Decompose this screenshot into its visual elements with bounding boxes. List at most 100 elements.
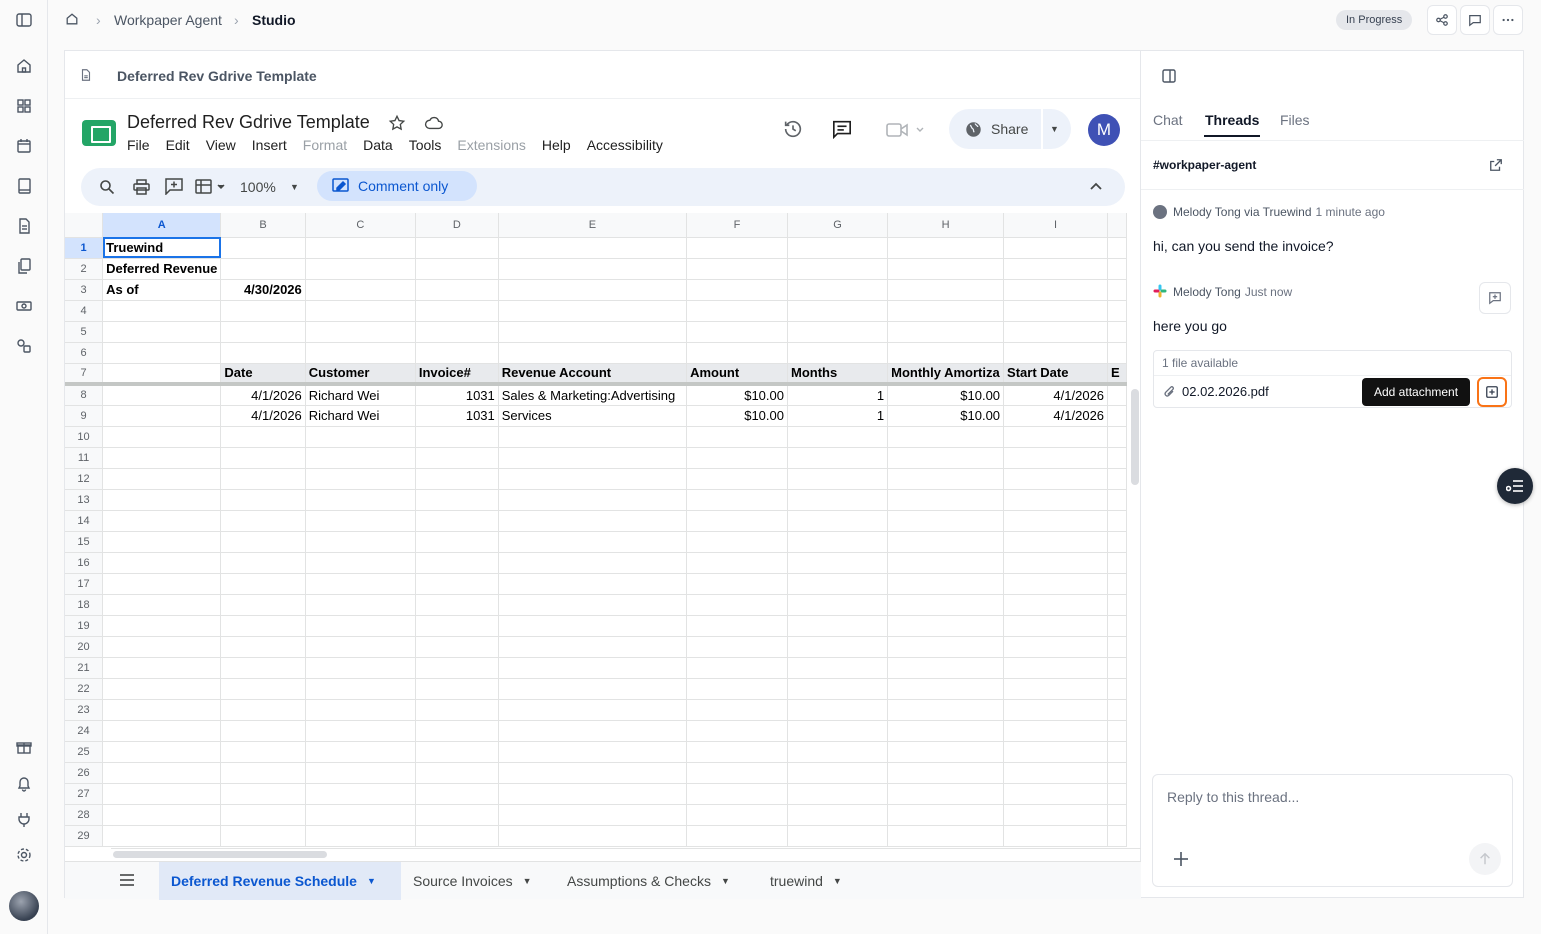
cell[interactable] <box>787 825 889 847</box>
cell[interactable] <box>102 636 222 658</box>
cell[interactable] <box>887 594 1005 616</box>
row-header[interactable]: 15 <box>65 531 104 553</box>
cell[interactable]: $10.00 <box>686 405 788 427</box>
cell[interactable] <box>498 237 688 259</box>
cell[interactable] <box>1003 426 1109 448</box>
cell[interactable] <box>887 489 1005 511</box>
tab-files[interactable]: Files <box>1280 112 1310 128</box>
cell[interactable] <box>787 573 889 595</box>
cell[interactable] <box>415 531 499 553</box>
row-header[interactable]: 24 <box>65 720 104 742</box>
cell[interactable] <box>1107 636 1127 658</box>
cell[interactable] <box>415 804 499 826</box>
cell[interactable] <box>686 300 788 322</box>
sheet-tab-truewind[interactable]: truewind ▼ <box>770 862 842 900</box>
row-header[interactable]: 2 <box>65 258 104 280</box>
menu-insert[interactable]: Insert <box>252 137 287 153</box>
cell[interactable] <box>102 510 222 532</box>
add-attachment-button[interactable] <box>1477 377 1507 407</box>
cell[interactable] <box>102 699 222 721</box>
cell[interactable] <box>686 489 788 511</box>
cell[interactable] <box>686 468 788 490</box>
cell[interactable] <box>498 678 688 700</box>
cell[interactable] <box>1003 279 1109 301</box>
cell[interactable] <box>305 594 416 616</box>
cell[interactable] <box>102 468 222 490</box>
cell[interactable] <box>102 825 222 847</box>
cell[interactable] <box>686 258 788 280</box>
book-icon[interactable] <box>14 176 34 196</box>
cell[interactable] <box>686 531 788 553</box>
cell[interactable] <box>1003 636 1109 658</box>
cell[interactable] <box>220 615 306 637</box>
cell[interactable] <box>787 258 889 280</box>
cell[interactable] <box>220 594 306 616</box>
cell[interactable] <box>102 363 222 386</box>
cell[interactable] <box>1107 384 1127 406</box>
cell[interactable] <box>498 321 688 343</box>
cell[interactable] <box>686 279 788 301</box>
row-header[interactable]: 17 <box>65 573 104 595</box>
comment-button[interactable] <box>1460 5 1490 35</box>
cell[interactable] <box>415 783 499 805</box>
cell[interactable] <box>1003 468 1109 490</box>
cell[interactable] <box>305 615 416 637</box>
row-header[interactable]: 1 <box>65 237 104 259</box>
row-header[interactable]: 12 <box>65 468 104 490</box>
cell[interactable] <box>102 405 222 427</box>
cell[interactable] <box>305 762 416 784</box>
cell[interactable] <box>787 300 889 322</box>
cell[interactable] <box>220 426 306 448</box>
cell[interactable] <box>686 762 788 784</box>
cell[interactable] <box>415 447 499 469</box>
cell[interactable] <box>102 426 222 448</box>
row-header[interactable]: 26 <box>65 762 104 784</box>
breadcrumb-parent[interactable]: Workpaper Agent <box>114 12 222 28</box>
copy-icon[interactable] <box>14 256 34 276</box>
plug-icon[interactable] <box>14 809 34 829</box>
cell[interactable] <box>415 258 499 280</box>
all-sheets-menu-icon[interactable] <box>119 873 135 887</box>
cell[interactable] <box>887 720 1005 742</box>
cell[interactable] <box>220 762 306 784</box>
cell[interactable] <box>1107 237 1127 259</box>
column-header[interactable]: G <box>787 213 889 238</box>
dashboard-icon[interactable] <box>14 96 34 116</box>
cell[interactable] <box>415 279 499 301</box>
cell[interactable] <box>102 300 222 322</box>
tab-dropdown-icon[interactable]: ▼ <box>721 876 730 886</box>
cell[interactable] <box>220 258 306 280</box>
cell[interactable] <box>498 615 688 637</box>
cell[interactable] <box>498 636 688 658</box>
cell[interactable] <box>1003 615 1109 637</box>
cell[interactable] <box>787 552 889 574</box>
cell[interactable] <box>1107 741 1127 763</box>
cell[interactable] <box>787 783 889 805</box>
cell[interactable] <box>102 342 222 364</box>
select-all-corner[interactable] <box>65 213 104 238</box>
cell[interactable] <box>415 741 499 763</box>
cell[interactable] <box>686 342 788 364</box>
cell[interactable] <box>1003 447 1109 469</box>
vertical-scroll-thumb[interactable] <box>1131 389 1139 485</box>
cell[interactable] <box>1003 741 1109 763</box>
row-header[interactable]: 16 <box>65 552 104 574</box>
menu-tools[interactable]: Tools <box>409 137 442 153</box>
cell[interactable] <box>887 531 1005 553</box>
menu-extensions[interactable]: Extensions <box>457 137 525 153</box>
cell[interactable] <box>498 594 688 616</box>
cell[interactable]: 1031 <box>415 405 499 427</box>
menu-format[interactable]: Format <box>303 137 347 153</box>
tab-threads[interactable]: Threads <box>1205 112 1259 128</box>
row-header[interactable]: 14 <box>65 510 104 532</box>
cell[interactable] <box>787 594 889 616</box>
cell[interactable]: $10.00 <box>887 405 1005 427</box>
cell[interactable] <box>887 321 1005 343</box>
cell[interactable] <box>787 237 889 259</box>
cell[interactable] <box>686 426 788 448</box>
cell[interactable] <box>102 384 222 406</box>
cell[interactable] <box>415 762 499 784</box>
cell[interactable] <box>887 657 1005 679</box>
cell[interactable]: As of <box>102 279 222 301</box>
add-plus-icon[interactable] <box>1173 851 1189 867</box>
